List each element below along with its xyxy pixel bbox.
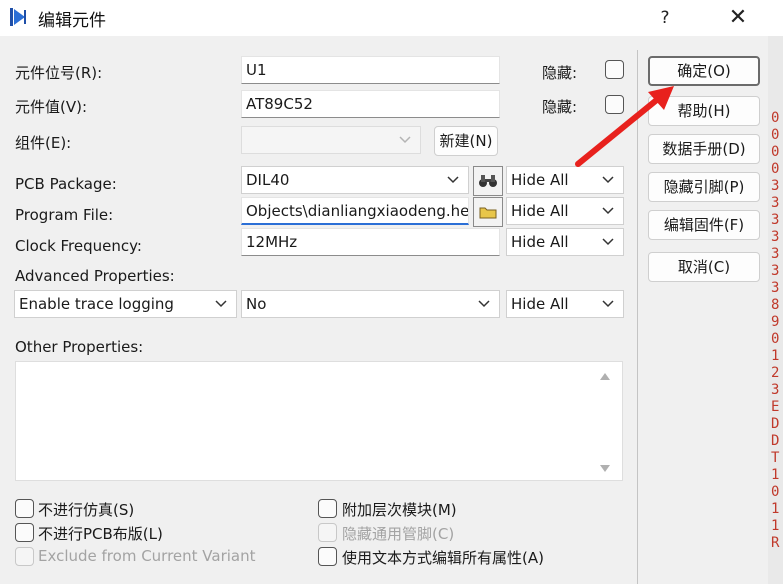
program-file-browse-button[interactable] (473, 197, 503, 227)
background-strip-char: 0 (771, 161, 780, 177)
scroll-up-icon[interactable] (598, 370, 612, 382)
background-strip-char: 1 (771, 467, 780, 483)
attach-hierarchy-checkbox[interactable] (318, 499, 337, 518)
background-strip-char: R (771, 535, 780, 551)
hidden-pins-button[interactable]: 隐藏引脚(P) (648, 172, 760, 202)
group-label: 组件(E): (15, 134, 72, 152)
background-strip-char: 2 (771, 365, 780, 381)
background-strip-char: D (771, 416, 780, 432)
chevron-down-icon (602, 176, 614, 184)
pcb-package-value: DIL40 (246, 171, 290, 189)
cancel-button[interactable]: 取消(C) (648, 252, 760, 282)
binoculars-icon (479, 175, 497, 187)
new-component-button[interactable]: 新建(N) (434, 126, 498, 156)
background-strip-char: 8 (771, 297, 780, 313)
pcb-package-visibility-select[interactable]: Hide All (506, 166, 624, 194)
no-simulation-checkbox[interactable] (15, 499, 34, 518)
background-strip-char: 1 (771, 348, 780, 364)
package-browse-button[interactable] (473, 166, 503, 196)
background-strip-char: 9 (771, 314, 780, 330)
background-strip-char: D (771, 433, 780, 449)
exclude-variant-label: Exclude from Current Variant (38, 547, 256, 565)
advanced-property-visibility-select[interactable]: Hide All (506, 290, 624, 318)
pcb-package-label: PCB Package: (15, 175, 117, 193)
hide-common-pins-label: 隐藏通用管脚(C) (342, 525, 455, 543)
background-strip-char: 3 (771, 263, 780, 279)
value-label: 元件值(V): (15, 98, 88, 116)
background-strip-char: 1 (771, 501, 780, 517)
background-strip-char: 0 (771, 331, 780, 347)
chevron-down-icon (478, 300, 490, 308)
chevron-down-icon (399, 136, 411, 144)
edit-firmware-button[interactable]: 编辑固件(F) (648, 210, 760, 240)
hide-common-pins-checkbox[interactable] (318, 523, 337, 542)
attach-hierarchy-label: 附加层次模块(M) (342, 501, 457, 519)
value-input[interactable]: AT89C52 (241, 90, 500, 118)
window-title: 编辑元件 (38, 11, 106, 31)
close-button[interactable]: ✕ (720, 3, 756, 33)
background-strip-char: 0 (771, 144, 780, 160)
group-select[interactable] (241, 126, 421, 154)
advanced-properties-label: Advanced Properties: (15, 267, 175, 285)
other-properties-textarea[interactable] (15, 361, 623, 481)
background-strip-char: 3 (771, 382, 780, 398)
background-strip-char: T (771, 450, 780, 466)
chevron-down-icon (602, 238, 614, 246)
pcb-package-select[interactable]: DIL40 (241, 166, 469, 194)
clock-frequency-label: Clock Frequency: (15, 237, 142, 255)
program-file-visibility-select[interactable]: Hide All (506, 197, 624, 225)
chevron-down-icon (602, 300, 614, 308)
program-file-input[interactable]: Objects\dianliangxiaodeng.hex (241, 197, 469, 225)
no-pcb-label: 不进行PCB布版(L) (38, 525, 163, 543)
app-icon (8, 6, 28, 28)
help-title-button[interactable]: ? (650, 4, 680, 32)
advanced-property-value-select[interactable]: No (241, 290, 500, 318)
advanced-property-value: No (246, 295, 267, 313)
program-file-visibility-value: Hide All (511, 202, 569, 220)
clock-frequency-visibility-value: Hide All (511, 233, 569, 251)
background-strip-char: 0 (771, 484, 780, 500)
background-strip-char: 3 (771, 212, 780, 228)
no-simulation-label: 不进行仿真(S) (38, 501, 135, 519)
background-strip-char: 3 (771, 195, 780, 211)
annotation-arrow-icon (575, 86, 674, 167)
background-strip-char: 0 (771, 110, 780, 126)
advanced-property-visibility-value: Hide All (511, 295, 569, 313)
chevron-down-icon (602, 207, 614, 215)
ref-hidden-checkbox[interactable] (605, 60, 624, 79)
ref-input[interactable]: U1 (241, 56, 500, 84)
ref-label: 元件位号(R): (15, 64, 103, 82)
background-strip-char: 1 (771, 518, 780, 534)
background-strip-char: 3 (771, 280, 780, 296)
background-strip-char: 0 (771, 127, 780, 143)
background-strip-char: 3 (771, 178, 780, 194)
scroll-down-icon[interactable] (598, 463, 612, 475)
edit-as-text-label: 使用文本方式编辑所有属性(A) (342, 549, 544, 567)
program-file-label: Program File: (15, 206, 114, 224)
advanced-property-name: Enable trace logging (19, 295, 174, 313)
other-properties-label: Other Properties: (15, 338, 144, 356)
pcb-package-visibility-value: Hide All (511, 171, 569, 189)
edit-as-text-checkbox[interactable] (318, 547, 337, 566)
chevron-down-icon (447, 176, 459, 184)
background-strip-char: 3 (771, 246, 780, 262)
advanced-property-select[interactable]: Enable trace logging (14, 290, 237, 318)
folder-icon (479, 207, 497, 219)
clock-frequency-visibility-select[interactable]: Hide All (506, 228, 624, 256)
no-pcb-checkbox[interactable] (15, 523, 34, 542)
background-strip-char: E (771, 399, 780, 415)
exclude-variant-checkbox[interactable] (15, 547, 34, 566)
background-strip-char: 3 (771, 229, 780, 245)
chevron-down-icon (215, 300, 227, 308)
clock-frequency-input[interactable]: 12MHz (241, 228, 500, 256)
